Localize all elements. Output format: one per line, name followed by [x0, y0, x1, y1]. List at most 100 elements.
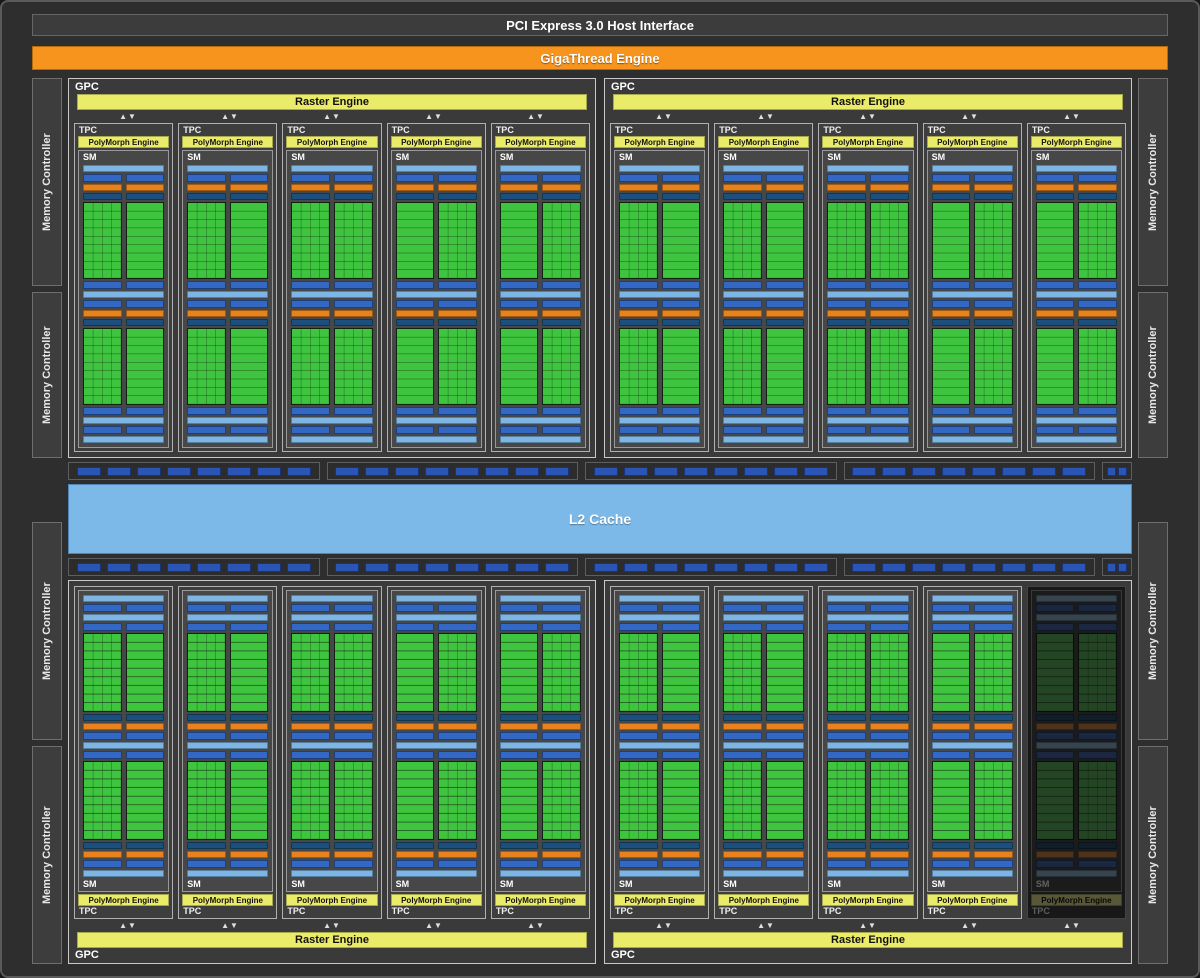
cuda-core-grid	[438, 633, 477, 712]
up-down-arrow-icon: ▲▼	[119, 921, 137, 930]
memory-controller-column-right: Memory Controller Memory Controller Memory…	[1138, 78, 1168, 964]
texture-cache-bar	[83, 595, 165, 602]
load-store-bar	[83, 281, 122, 289]
tpc: TPC PolyMorph Engine SM	[490, 123, 591, 452]
tpc-row: TPC PolyMorph Engine SM TPC PolyMorph Engine…	[605, 123, 1131, 457]
register-file-bar	[395, 319, 435, 326]
tpc-label: TPC	[79, 906, 97, 916]
dispatch-unit-bar	[395, 851, 435, 858]
cuda-core-grid	[438, 328, 477, 405]
sm-column	[499, 751, 539, 868]
tpc-label: TPC	[183, 906, 202, 916]
texture-cache-bar	[1035, 436, 1118, 443]
register-file-bar	[619, 319, 658, 326]
sm-column	[291, 751, 331, 868]
texture-unit-row	[499, 604, 582, 612]
texture-unit-row	[827, 426, 909, 434]
instruction-cache-bar	[395, 165, 477, 172]
cuda-core-grid	[870, 761, 909, 840]
up-down-arrow-icon: ▲▼	[961, 112, 979, 121]
load-store-bar	[187, 407, 226, 415]
warp-scheduler-bar	[438, 300, 477, 308]
l1-cache-bar	[931, 614, 1013, 621]
rop-unit	[1032, 562, 1057, 572]
up-down-arrow-icon: ▲▼	[757, 112, 775, 121]
sm-partition	[723, 174, 805, 289]
warp-scheduler-bar	[438, 732, 477, 740]
dispatch-unit-bar	[931, 851, 971, 858]
dispatch-unit-bar	[1035, 310, 1075, 317]
dispatch-unit-bar	[229, 851, 269, 858]
instruction-cache-bar	[619, 870, 701, 877]
tpc: TPC PolyMorph Engine SM	[1026, 123, 1127, 452]
l1-cache-bar	[395, 614, 477, 621]
cuda-core-grid	[931, 202, 971, 279]
cuda-core-grid	[291, 328, 331, 405]
sm-partition	[1035, 300, 1118, 415]
sm-column	[1078, 174, 1118, 289]
shared-memory-bar	[619, 742, 701, 749]
gpc-3: GPC Raster Engine ▲▼ ▲▼ ▲▼ ▲▼ ▲▼ TPC PolyMorph E…	[604, 580, 1132, 964]
warp-scheduler-bar	[1035, 174, 1075, 182]
tpc-label: TPC	[495, 906, 514, 916]
sm-partition	[395, 174, 477, 289]
texture-unit-bar	[931, 604, 971, 612]
cuda-core-grid	[931, 633, 971, 712]
register-file-bar	[1035, 193, 1075, 200]
sm-column	[395, 300, 435, 415]
cuda-core-grid	[723, 202, 762, 279]
load-store-bar	[291, 751, 331, 759]
sm-partition	[619, 623, 701, 740]
warp-scheduler-bar	[187, 300, 226, 308]
load-store-bar	[765, 751, 805, 759]
tpc-label: TPC	[1031, 906, 1050, 916]
instruction-cache-bar	[499, 870, 582, 877]
warp-scheduler-bar	[1078, 174, 1118, 182]
dispatch-unit-bar	[931, 184, 971, 191]
warp-scheduler-bar	[661, 732, 701, 740]
register-file-bar	[931, 842, 971, 849]
l1-cache-bar	[827, 614, 909, 621]
rop-unit	[942, 562, 967, 572]
rop-unit	[1062, 466, 1086, 476]
warp-scheduler-bar	[661, 174, 701, 182]
rop-unit	[256, 562, 281, 572]
shared-memory-bar	[499, 742, 582, 749]
cuda-core-grid	[438, 202, 477, 279]
load-store-bar	[827, 751, 867, 759]
dispatch-unit-bar	[291, 723, 331, 730]
texture-unit-bar	[438, 604, 477, 612]
sm: SM	[494, 590, 587, 892]
register-file-bar	[870, 193, 909, 200]
sm-partition	[187, 300, 269, 415]
rop-group-edge	[1102, 558, 1132, 576]
gpc-1: GPC Raster Engine ▲▼ ▲▼ ▲▼ ▲▼ ▲▼ TPC PolyMorph E…	[604, 78, 1132, 458]
warp-scheduler-bar	[827, 174, 867, 182]
l1-cache-bar	[187, 417, 269, 424]
register-file-bar	[395, 714, 435, 721]
sm-column	[870, 174, 909, 289]
polymorph-engine-bar: PolyMorph Engine	[286, 136, 378, 148]
warp-scheduler-bar	[83, 174, 122, 182]
register-file-bar	[619, 714, 658, 721]
register-file-bar	[499, 842, 539, 849]
tpc-label: TPC	[495, 125, 514, 135]
rop-unit	[882, 466, 907, 476]
load-store-bar	[125, 407, 165, 415]
up-down-arrow-icon: ▲▼	[527, 921, 545, 930]
cuda-core-grid	[291, 202, 331, 279]
sm-partition	[187, 751, 269, 868]
register-file-bar	[229, 714, 269, 721]
register-file-bar	[187, 319, 226, 326]
dispatch-unit-bar	[827, 723, 867, 730]
rop-unit	[365, 466, 390, 476]
load-store-bar	[765, 623, 805, 631]
sm-column	[125, 300, 165, 415]
register-file-bar	[661, 714, 701, 721]
sm-label: SM	[619, 152, 633, 162]
warp-scheduler-bar	[723, 732, 762, 740]
tpc: TPC PolyMorph Engine SM	[386, 586, 486, 919]
texture-unit-row	[827, 604, 909, 612]
cuda-core-grid	[125, 633, 165, 712]
tpc-label: TPC	[615, 906, 633, 916]
